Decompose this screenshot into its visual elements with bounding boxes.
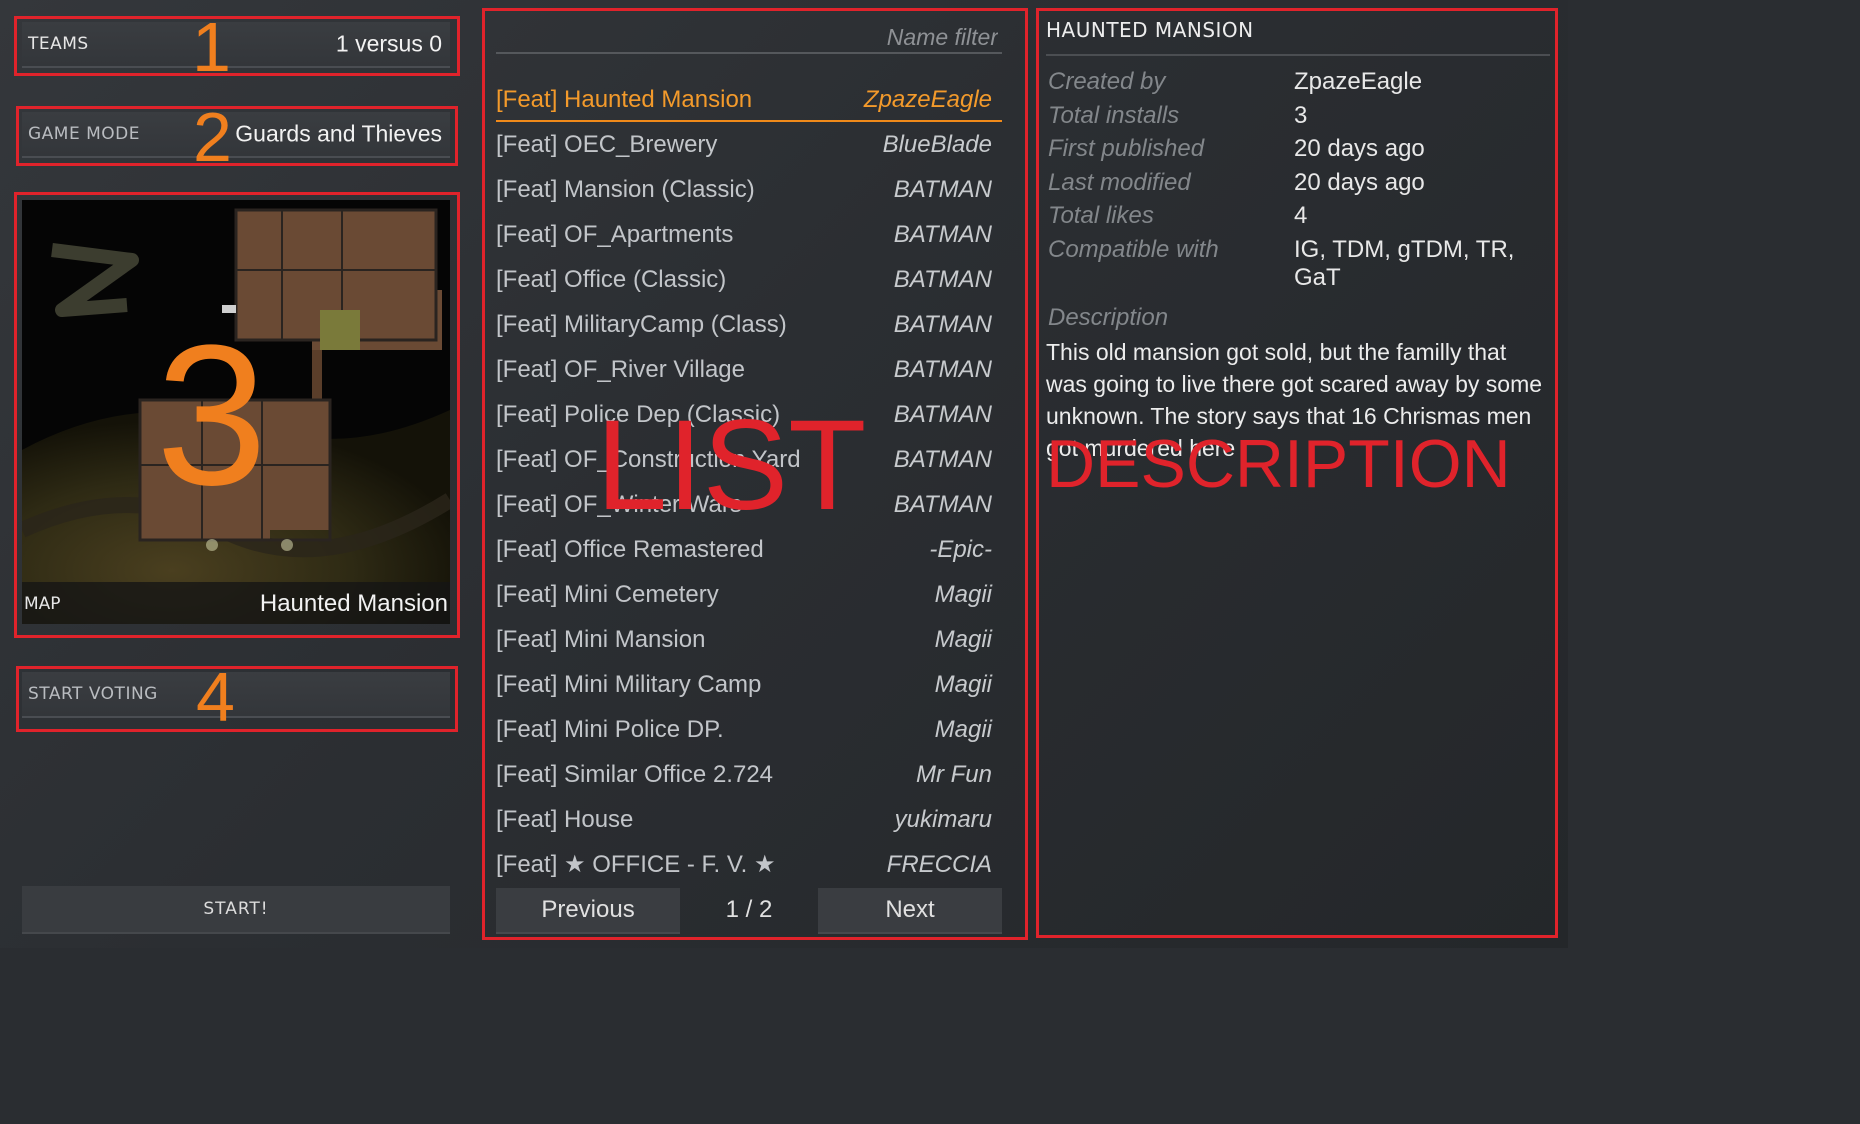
start-button[interactable]: START! <box>22 886 450 934</box>
lobby-screen: TEAMS 1 versus 0 GAME MODE Guards and Th… <box>0 0 1568 948</box>
annotation-box-4 <box>16 666 458 732</box>
annotation-box-2 <box>16 106 458 166</box>
annotation-box-description <box>1036 8 1558 938</box>
annotation-box-list <box>482 8 1028 940</box>
annotation-box-1 <box>14 16 460 76</box>
annotation-box-3 <box>14 192 460 638</box>
